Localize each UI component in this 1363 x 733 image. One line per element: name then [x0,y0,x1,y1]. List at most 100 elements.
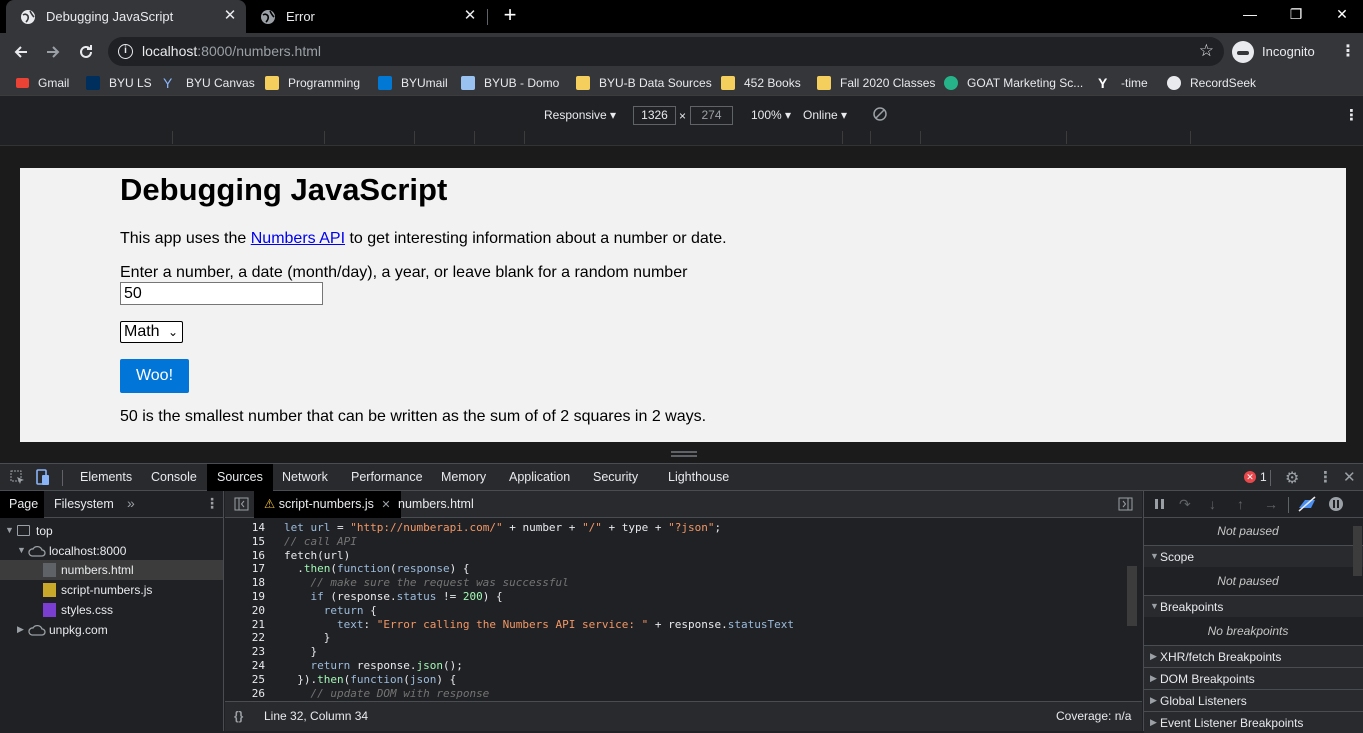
settings-gear-icon[interactable]: ⚙ [1285,468,1299,488]
bookmark-recordseek[interactable]: RecordSeek [1167,75,1256,91]
bookmark-star-icon[interactable]: ☆ [1199,41,1214,61]
device-toolbar-menu-icon[interactable]: ⋮ [1344,106,1359,124]
bookmark-byumail[interactable]: BYUmail [378,75,448,91]
more-tabs-icon[interactable]: » [127,495,135,511]
tree-item-top[interactable]: ▼ top [0,521,223,541]
bookmark-time[interactable]: Y -time [1098,75,1148,91]
close-tab-icon[interactable]: ✕ [462,8,478,24]
line-number[interactable]: 26 [225,687,265,700]
code-line[interactable]: if (response.status != 200) { [284,590,503,603]
deactivate-breakpoints-icon[interactable] [1297,496,1317,515]
tab-debugging-javascript[interactable]: Debugging JavaScript ✕ [6,0,246,33]
bookmark-byub-data-sources[interactable]: BYU-B Data Sources [576,75,712,91]
line-number[interactable]: 24 [225,659,265,672]
bookmark-byu-canvas[interactable]: Y BYU Canvas [163,75,255,91]
rotate-icon[interactable] [872,106,888,125]
line-number[interactable]: 21 [225,618,265,631]
minimize-button[interactable]: — [1227,0,1273,30]
tab-elements[interactable]: Elements [70,464,142,491]
device-toggle-icon[interactable] [36,469,51,489]
tab-console[interactable]: Console [141,464,207,491]
bookmark-byub-domo[interactable]: BYUB - Domo [461,75,559,91]
viewport-height-input[interactable]: 274 [690,106,733,125]
line-number[interactable]: 15 [225,535,265,548]
code-area[interactable]: 14 let url = "http://numberapi.com/" + nu… [225,519,1142,700]
tree-item-unpkg[interactable]: ▶ unpkg.com [0,620,223,640]
zoom-dropdown[interactable]: 100% ▾ [751,108,791,122]
tab-security[interactable]: Security [583,464,648,491]
code-line[interactable]: .then(function(response) { [284,562,469,575]
navigator-menu-icon[interactable]: ⋮ [205,495,219,512]
code-line[interactable]: text: "Error calling the Numbers API ser… [284,618,794,631]
browser-menu-icon[interactable]: ⋮ [1340,41,1356,61]
section-scope[interactable]: ▼ Scope [1144,545,1363,567]
line-number[interactable]: 18 [225,576,265,589]
toggle-debugger-icon[interactable] [1118,497,1133,514]
close-tab-icon[interactable]: ✕ [222,8,238,24]
throttle-dropdown[interactable]: Online ▾ [803,108,847,122]
tree-item-styles-css[interactable]: styles.css [0,600,223,620]
code-line[interactable]: return response.json(); [284,659,463,672]
pause-on-exceptions-icon[interactable] [1328,496,1344,515]
bookmark-gmail[interactable]: Gmail [16,75,69,91]
reload-button[interactable] [73,39,99,65]
devtools-menu-icon[interactable]: ⋮ [1318,468,1333,486]
type-select[interactable]: Math ⌄ [120,321,183,343]
section-event-listener-breakpoints[interactable]: ▶ Event Listener Breakpoints [1144,711,1363,733]
tab-sources[interactable]: Sources [207,464,273,491]
bookmark-programming[interactable]: Programming [265,75,360,91]
line-number[interactable]: 22 [225,631,265,644]
tab-error[interactable]: Error ✕ [246,0,486,33]
tree-item-localhost[interactable]: ▼ localhost:8000 [0,541,223,561]
section-global-listeners[interactable]: ▶ Global Listeners [1144,689,1363,711]
editor-tab-numbers-html[interactable]: numbers.html [388,491,484,518]
line-number[interactable]: 14 [225,521,265,534]
line-number[interactable]: 20 [225,604,265,617]
toggle-navigator-icon[interactable] [234,497,249,514]
section-xhr-breakpoints[interactable]: ▶ XHR/fetch Breakpoints [1144,645,1363,667]
resize-handle[interactable] [671,451,697,457]
debugger-scrollbar[interactable] [1353,526,1362,576]
bookmark-goat-marketing[interactable]: GOAT Marketing Sc... [944,75,1083,91]
tab-filesystem[interactable]: Filesystem [54,497,114,511]
step-over-icon[interactable]: ↷ [1179,496,1191,513]
bookmark-byu-ls[interactable]: BYU LS [86,75,152,91]
restore-button[interactable]: ❐ [1273,0,1319,30]
line-number[interactable]: 25 [225,673,265,686]
tab-page[interactable]: Page [9,497,38,511]
line-number[interactable]: 19 [225,590,265,603]
code-line[interactable]: // make sure the request was successful [284,576,569,589]
code-line[interactable]: } [284,631,331,644]
step-into-icon[interactable]: ↓ [1209,496,1216,512]
tab-memory[interactable]: Memory [431,464,496,491]
step-out-icon[interactable]: ↑ [1237,496,1244,512]
tab-network[interactable]: Network [272,464,338,491]
tab-performance[interactable]: Performance [341,464,433,491]
line-number[interactable]: 17 [225,562,265,575]
code-line[interactable]: // update DOM with response [284,687,490,700]
code-line[interactable]: } [284,645,317,658]
close-devtools-icon[interactable]: ✕ [1343,468,1356,486]
responsive-dropdown[interactable]: Responsive ▾ [544,108,616,122]
code-line[interactable]: // call API [284,535,357,548]
coverage-status[interactable]: Coverage: n/a [1056,709,1131,723]
incognito-indicator[interactable]: Incognito [1232,39,1315,64]
error-counter[interactable]: ✕ 1 [1244,470,1267,484]
tree-item-script-numbers-js[interactable]: script-numbers.js [0,580,223,600]
section-dom-breakpoints[interactable]: ▶ DOM Breakpoints [1144,667,1363,689]
address-bar[interactable]: i localhost:8000/numbers.html ☆ [108,37,1224,66]
bookmark-fall-2020-classes[interactable]: Fall 2020 Classes [817,75,935,91]
viewport-width-input[interactable]: 1326 [633,106,676,125]
pretty-print-button[interactable]: {} [234,709,243,723]
site-info-icon[interactable]: i [118,44,133,59]
inspect-element-icon[interactable] [10,470,25,488]
section-breakpoints[interactable]: ▼ Breakpoints [1144,595,1363,617]
step-icon[interactable]: → [1264,496,1278,512]
number-input[interactable]: 50 [120,282,323,305]
code-line[interactable]: }).then(function(json) { [284,673,456,686]
back-button[interactable] [8,39,34,65]
editor-tab-script-numbers[interactable]: ⚠ script-numbers.js ✕ [254,491,401,518]
line-number[interactable]: 23 [225,645,265,658]
close-window-button[interactable]: ✕ [1319,0,1363,30]
new-tab-button[interactable]: + [498,4,522,28]
